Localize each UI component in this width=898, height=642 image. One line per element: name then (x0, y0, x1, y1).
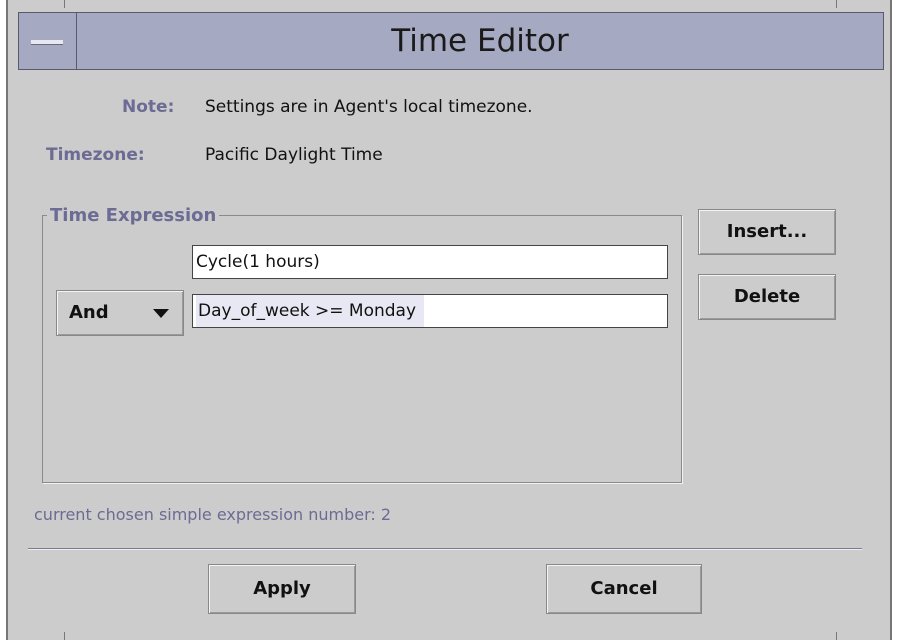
operator-dropdown[interactable]: And (56, 290, 184, 336)
cancel-button[interactable]: Cancel (546, 564, 702, 614)
window-menu-button[interactable] (19, 13, 77, 69)
expression-field-1-text: Cycle(1 hours) (196, 252, 320, 272)
window-frame-tick (836, 632, 837, 640)
footer-divider (28, 548, 862, 550)
window-frame-tick (836, 0, 837, 8)
time-editor-window: Time Editor Note: Settings are in Agent'… (6, 0, 892, 640)
apply-button[interactable]: Apply (208, 564, 356, 614)
window-menu-icon (31, 40, 63, 45)
timezone-label: Timezone: (46, 145, 145, 165)
status-text: current chosen simple expression number:… (34, 505, 392, 524)
expression-field-2[interactable]: Day_of_week >= Monday (192, 294, 668, 328)
insert-button[interactable]: Insert... (698, 209, 836, 255)
delete-button[interactable]: Delete (698, 274, 836, 320)
window-frame-tick (64, 632, 65, 640)
note-label: Note: (122, 97, 175, 117)
window-title: Time Editor (391, 23, 569, 59)
operator-dropdown-value: And (69, 302, 109, 323)
timezone-value: Pacific Daylight Time (205, 145, 383, 165)
note-text: Settings are in Agent's local timezone. (205, 97, 533, 117)
time-expression-legend: Time Expression (50, 205, 217, 226)
expression-field-2-text: Day_of_week >= Monday (196, 295, 425, 327)
chevron-down-icon (153, 309, 169, 318)
expression-field-1[interactable]: Cycle(1 hours) (192, 245, 668, 279)
window-frame-tick (64, 0, 65, 8)
title-bar: Time Editor (18, 12, 884, 70)
